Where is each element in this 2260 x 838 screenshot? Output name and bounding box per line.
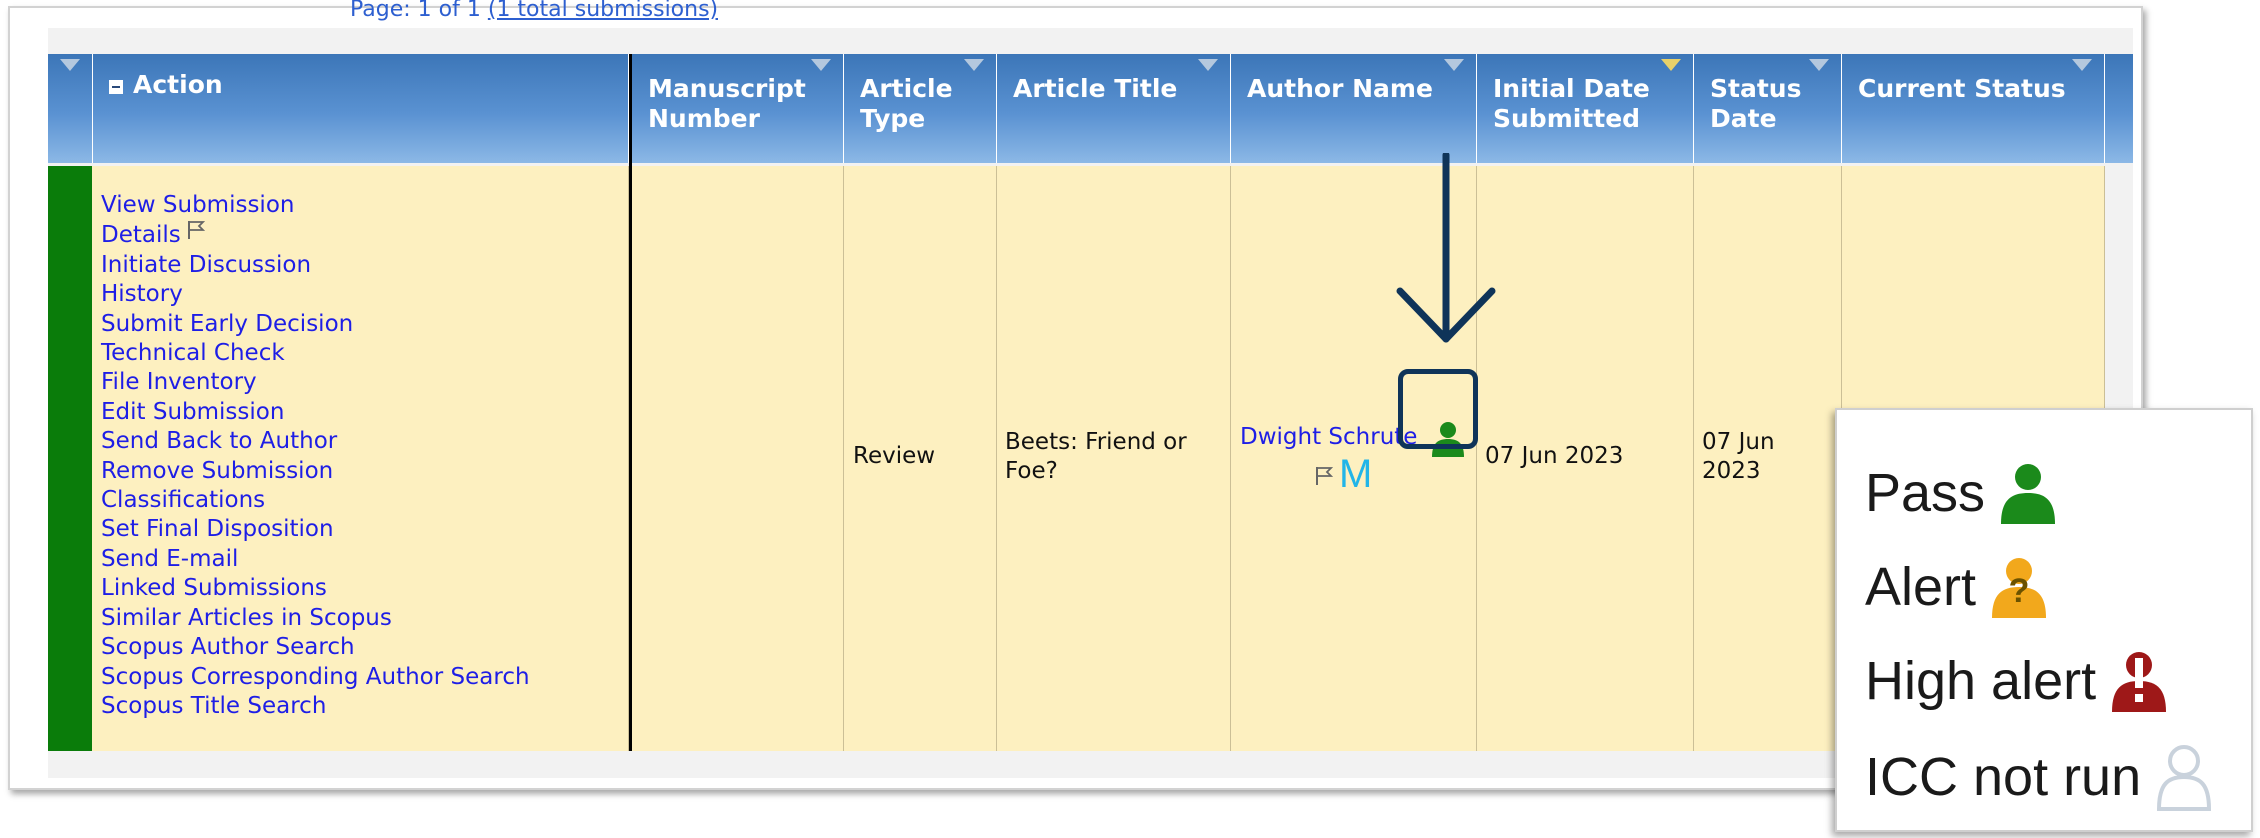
column-header-label: Article Title [1013,74,1178,103]
submissions-panel: Page: 1 of 1 (1 total submissions) Actio… [8,0,2143,790]
column-header-label: Action [133,70,223,99]
column-menu-icon[interactable] [811,59,831,71]
pager-text: Page: 1 of 1 [350,0,481,21]
history-link[interactable]: History [101,280,530,309]
manuscript-number-cell [632,166,844,751]
file-inventory-link[interactable]: File Inventory [101,368,530,397]
article-type-cell: Review [844,166,997,751]
submit-early-decision-link[interactable]: Submit Early Decision [101,310,530,339]
article-title-cell: Beets: Friend or Foe? [997,166,1231,751]
highlight-callout-box [1398,369,1478,449]
article-title-value: Beets: Friend or Foe? [1005,429,1187,484]
column-header-label: Initial Date Submitted [1493,74,1650,133]
sorted-column-indicator-icon[interactable] [1661,59,1681,71]
column-header-current-status[interactable]: Current Status [1842,54,2105,163]
author-badge[interactable]: M [1339,452,1372,496]
legend-label: ICC not run [1865,747,2142,807]
column-menu-icon[interactable] [1198,59,1218,71]
linked-submissions-link[interactable]: Linked Submissions [101,574,530,603]
person-high-alert-icon [2112,652,2167,712]
frozen-column-divider[interactable] [629,54,632,778]
person-pass-icon [2001,464,2056,524]
legend-item-icc-not-run: ICC not run [1865,742,2213,812]
initiate-discussion-link[interactable]: Initiate Discussion [101,251,530,280]
column-header-initial-date-submitted[interactable]: Initial Date Submitted [1477,54,1694,163]
classifications-link[interactable]: Classifications [101,486,530,515]
legend-item-alert: Alert ? [1865,554,2048,620]
submissions-table: Action Manuscript Number Article Type Ar… [48,54,2133,778]
pager: Page: 1 of 1 (1 total submissions) [350,0,718,21]
column-header-label: Article Type [860,74,953,133]
column-header-manuscript-number[interactable]: Manuscript Number [632,54,844,163]
send-back-to-author-link[interactable]: Send Back to Author [101,427,530,456]
column-menu-icon[interactable] [964,59,984,71]
column-header-action[interactable]: Action [93,54,629,163]
person-not-run-icon [2157,745,2212,811]
similar-articles-scopus-link[interactable]: Similar Articles in Scopus [101,604,530,633]
edit-submission-link[interactable]: Edit Submission [101,398,530,427]
svg-text:?: ? [2009,572,2030,610]
send-email-link[interactable]: Send E-mail [101,545,530,574]
column-header-overflow [2105,54,2133,163]
collapse-icon[interactable] [109,80,123,94]
technical-check-link[interactable]: Technical Check [101,339,530,368]
details-link-label: Details [101,222,181,249]
view-submission-link[interactable]: View Submission [101,191,530,220]
status-color-bar [48,166,92,751]
column-header-label: Status Date [1710,74,1802,133]
total-submissions-link[interactable]: (1 total submissions) [488,0,718,21]
initial-date-cell: 07 Jun 2023 [1477,166,1694,751]
column-header-article-title[interactable]: Article Title [997,54,1231,163]
column-header-label: Author Name [1247,74,1433,103]
legend-item-pass: Pass [1865,460,2057,526]
scopus-title-search-link[interactable]: Scopus Title Search [101,692,530,721]
table-top-strip [48,28,2133,55]
column-menu-icon[interactable] [2072,59,2092,71]
action-links: View Submission Details Initiate Discuss… [101,191,530,721]
column-header-article-type[interactable]: Article Type [844,54,997,163]
flag-icon [187,221,205,240]
scopus-corresponding-author-search-link[interactable]: Scopus Corresponding Author Search [101,663,530,692]
column-header-status-date[interactable]: Status Date [1694,54,1842,163]
down-arrow-annotation [1396,153,1496,343]
table-bottom-strip [48,751,2133,778]
status-column-header[interactable] [48,54,93,163]
legend-label: Pass [1865,463,1986,523]
article-type-value: Review [853,443,936,469]
legend-label: Alert [1865,557,1977,617]
legend-label: High alert [1865,651,2097,711]
scopus-author-search-link[interactable]: Scopus Author Search [101,633,530,662]
column-menu-icon[interactable] [1809,59,1829,71]
set-final-disposition-link[interactable]: Set Final Disposition [101,515,530,544]
status-date-cell: 07 Jun 2023 [1694,166,1842,751]
action-cell: View Submission Details Initiate Discuss… [92,166,629,751]
details-link[interactable]: Details [101,220,530,250]
person-alert-icon: ? [1992,558,2047,618]
icc-legend: Pass Alert ? High alert ICC not run [1835,408,2253,832]
initial-date-value: 07 Jun 2023 [1485,443,1624,469]
flag-icon[interactable] [1315,466,1333,486]
legend-item-high-alert: High alert [1865,648,2168,714]
author-name-link[interactable]: Dwight Schrute [1240,423,1417,452]
remove-submission-link[interactable]: Remove Submission [101,457,530,486]
column-header-label: Current Status [1858,74,2066,103]
status-date-value: 07 Jun 2023 [1702,429,1775,484]
column-header-author-name[interactable]: Author Name [1231,54,1477,163]
column-menu-icon[interactable] [1444,59,1464,71]
column-menu-icon[interactable] [60,59,80,71]
column-header-label: Manuscript Number [648,74,806,133]
